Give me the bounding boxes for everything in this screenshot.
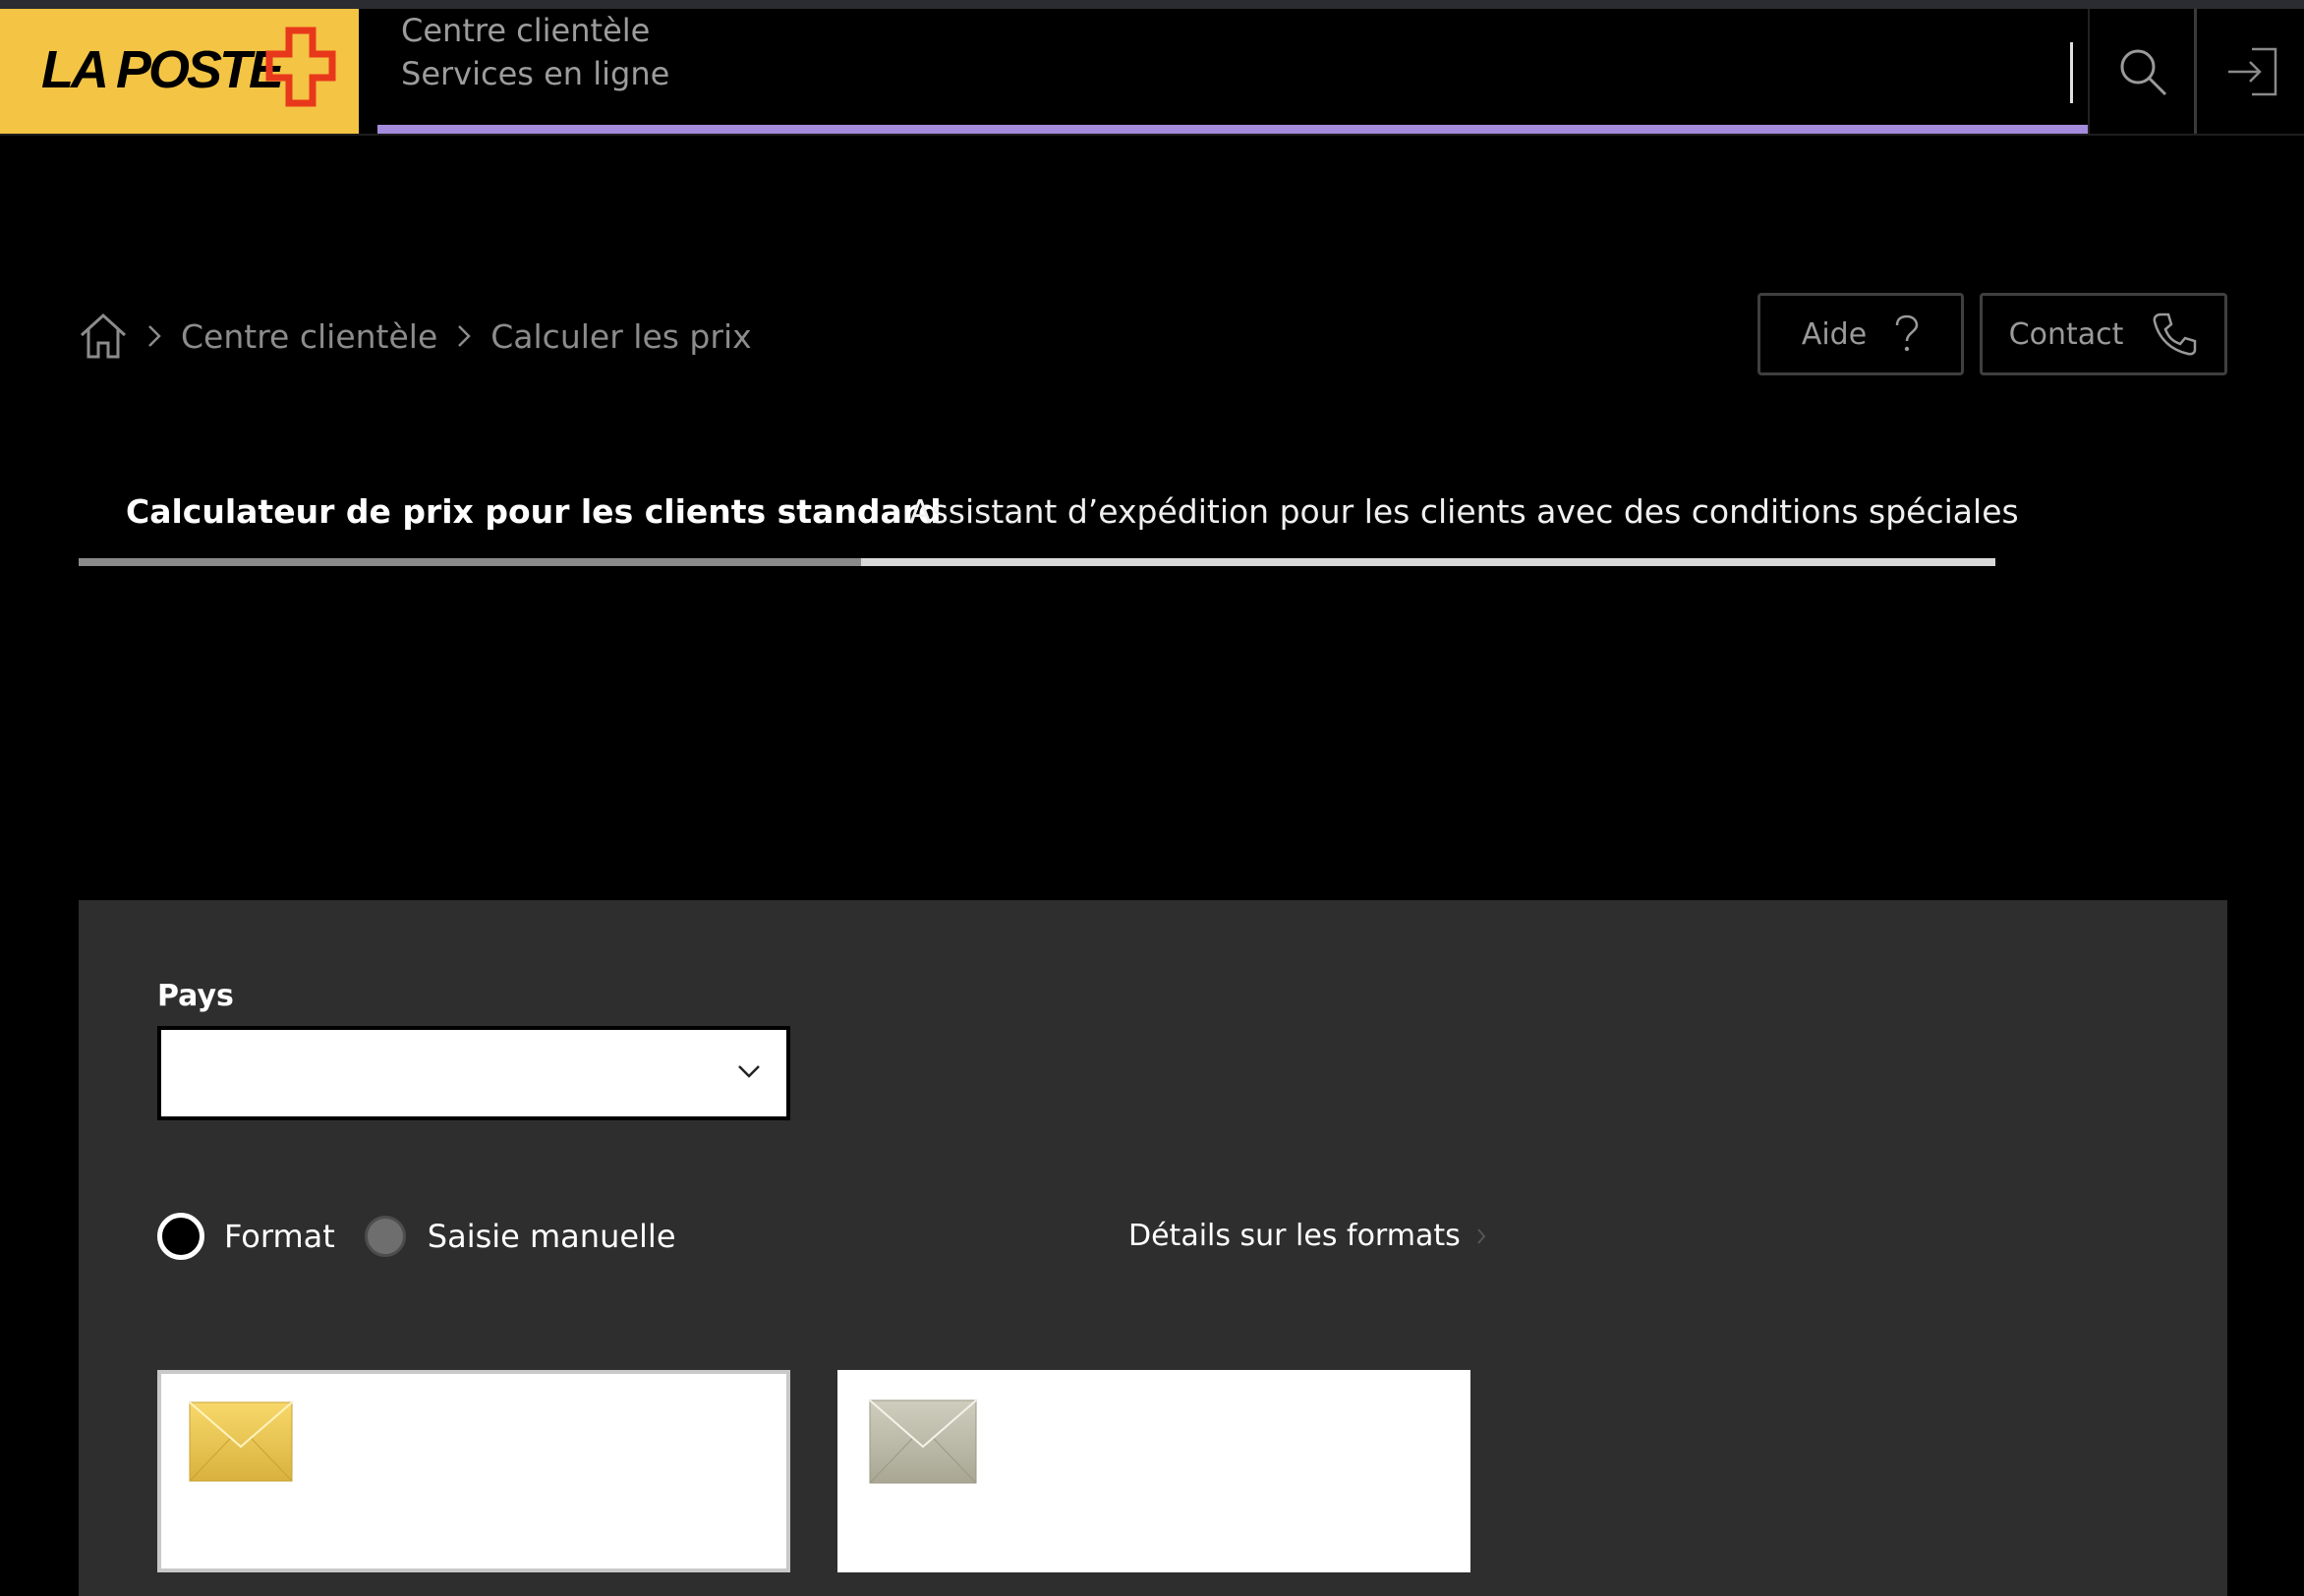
home-icon[interactable] <box>79 312 128 361</box>
service-line-1: Centre clientèle <box>401 12 651 49</box>
header-divider <box>2070 42 2073 103</box>
top-strip <box>0 0 2304 9</box>
input-mode-radio-group: Format Saisie manuelle <box>157 1213 676 1260</box>
service-line-2: Services en ligne <box>401 55 670 92</box>
chevron-right-icon <box>147 324 161 348</box>
chevron-right-icon <box>457 324 472 348</box>
format-card-letter-grey[interactable] <box>837 1370 1470 1572</box>
tab-assistant-expedition[interactable]: Assistant d’expédition pour les clients … <box>909 462 2019 560</box>
format-card-letter-yellow[interactable] <box>157 1370 790 1572</box>
la-poste-logo[interactable]: LA POSTE <box>0 9 359 134</box>
radio-saisie-manuelle-label[interactable]: Saisie manuelle <box>428 1218 676 1255</box>
letter-envelope-grey-icon <box>869 1399 977 1484</box>
format-details-link[interactable]: Détails sur les formats <box>1128 1219 1486 1253</box>
country-select[interactable] <box>157 1026 790 1120</box>
contact-button-label: Contact <box>2008 316 2124 352</box>
swiss-cross-logo-icon <box>265 27 336 107</box>
radio-saisie-manuelle[interactable] <box>364 1216 406 1257</box>
help-button-label: Aide <box>1801 316 1868 352</box>
question-mark-icon <box>1895 314 1919 352</box>
tab-underline-active <box>79 558 861 566</box>
service-title: Centre clientèle Services en ligne <box>401 9 669 95</box>
tab-calculateur-de-prix[interactable]: Calculateur de prix pour les clients sta… <box>126 462 942 560</box>
country-label: Pays <box>157 979 234 1013</box>
logo-text: LA POSTE <box>41 40 284 99</box>
progress-bar <box>377 125 2088 134</box>
calculator-panel: Pays Format Saisie manuelle Détails sur … <box>79 900 2227 1596</box>
format-details-link-label: Détails sur les formats <box>1128 1219 1461 1253</box>
breadcrumb-item-centre-clientele[interactable]: Centre clientèle <box>181 317 437 356</box>
radio-format-label[interactable]: Format <box>224 1218 335 1255</box>
radio-format[interactable] <box>157 1213 204 1260</box>
letter-envelope-yellow-icon <box>189 1401 293 1482</box>
tab-underline-inactive <box>861 558 1995 566</box>
help-button[interactable]: Aide <box>1757 293 1964 375</box>
contact-button[interactable]: Contact <box>1980 293 2227 375</box>
phone-icon <box>2153 313 2197 356</box>
site-header: LA POSTE Centre clientèle Services en li… <box>0 9 2304 136</box>
login-button[interactable] <box>2194 9 2304 134</box>
login-icon <box>2228 47 2277 95</box>
chevron-right-icon <box>1476 1227 1486 1244</box>
breadcrumb-item-calculer-les-prix[interactable]: Calculer les prix <box>490 317 751 356</box>
search-icon <box>2120 49 2167 95</box>
search-button[interactable] <box>2088 9 2196 134</box>
tab-bar: Calculateur de prix pour les clients sta… <box>79 462 2019 566</box>
chevron-down-icon <box>738 1065 760 1078</box>
breadcrumb: Centre clientèle Calculer les prix <box>79 311 752 362</box>
